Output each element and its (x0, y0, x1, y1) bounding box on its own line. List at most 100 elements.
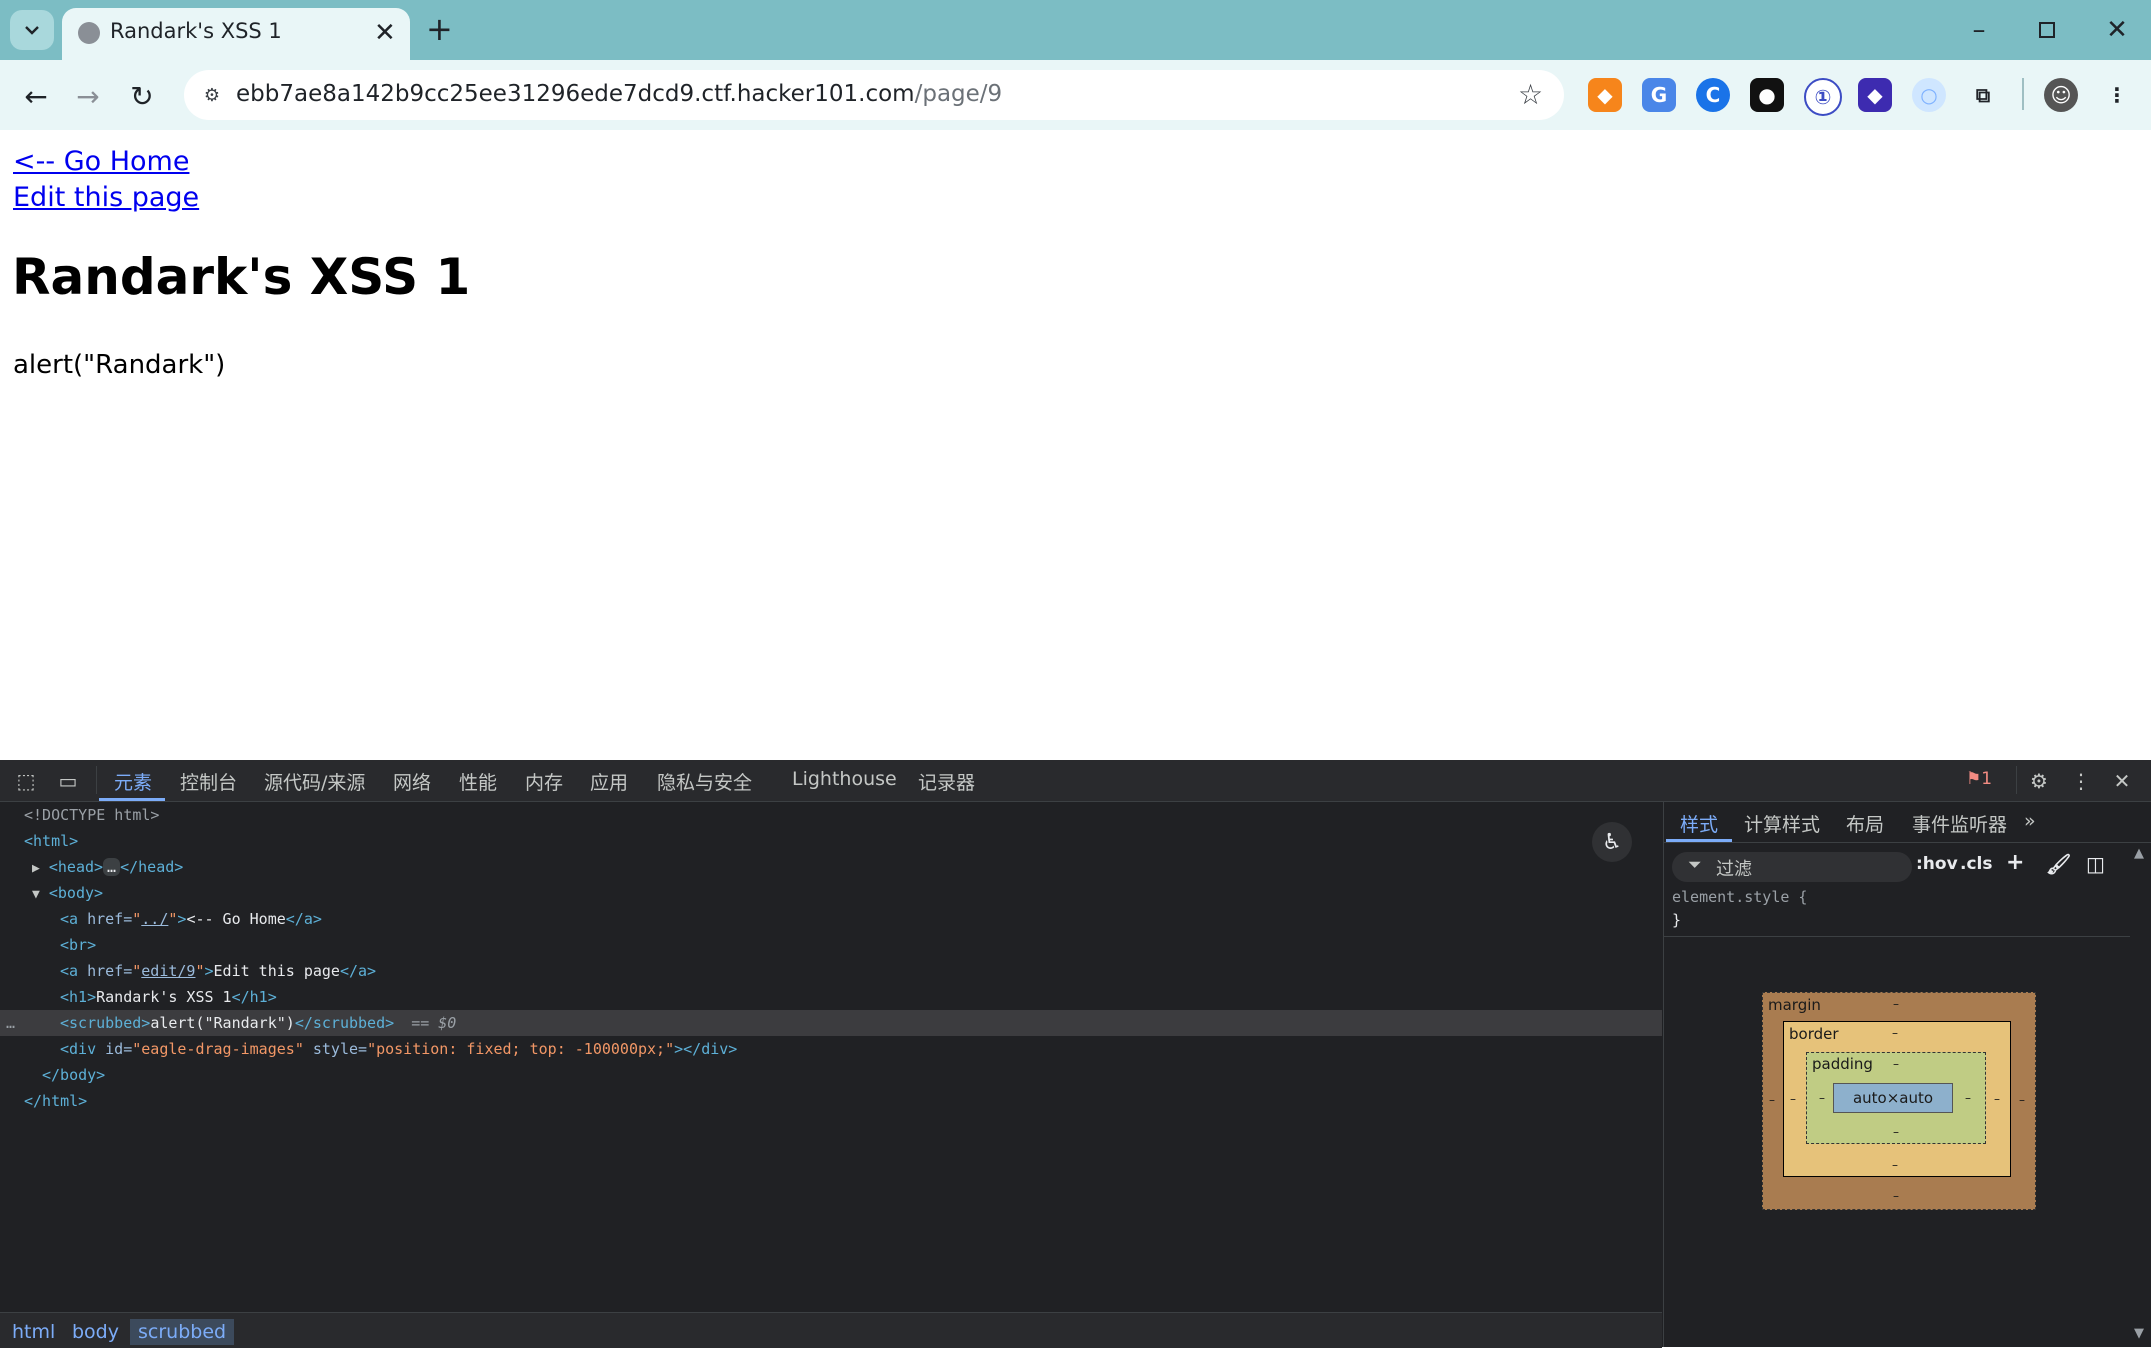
border-right-value: – (1994, 1092, 2000, 1106)
border-label: border (1789, 1025, 1839, 1043)
address-bar[interactable]: ⚙ ebb7ae8a142b9cc25ee31296ede7dcd9.ctf.h… (184, 70, 1564, 120)
styles-filter-input[interactable]: ⏷ 过滤 (1672, 852, 1912, 882)
close-window-button[interactable]: ✕ (2092, 10, 2142, 50)
a-text: Edit this page (213, 962, 340, 980)
dom-node-doctype[interactable]: <!DOCTYPE html> (0, 802, 1662, 828)
dom-node-div[interactable]: <div id="eagle-drag-images" style="posit… (0, 1036, 1662, 1062)
dom-node-a-edit[interactable]: <a href="edit/9">Edit this page</a> (0, 958, 1662, 984)
dom-node-h1[interactable]: <h1>Randark's XSS 1</h1> (0, 984, 1662, 1010)
forward-button[interactable]: → (66, 74, 110, 118)
new-tab-button[interactable]: + (426, 12, 453, 46)
tab-memory[interactable]: 内存 (525, 768, 563, 795)
row-actions-icon[interactable]: … (6, 1010, 15, 1036)
tab-application[interactable]: 应用 (590, 768, 628, 795)
extensions-puzzle-icon[interactable]: ⧉ (1966, 78, 2000, 112)
dom-node-body[interactable]: ▼ <body> (0, 880, 1662, 906)
dom-node-head[interactable]: ▶ <head>… </head> (0, 854, 1662, 880)
border-bottom-value: – (1892, 1158, 1898, 1172)
element-style-close: } (1672, 911, 1682, 929)
back-button[interactable]: ← (14, 74, 58, 118)
page-body-text: alert("Randark") (13, 350, 226, 380)
browser-menu-icon[interactable]: ⋮ (2100, 78, 2134, 112)
dom-node-html-close[interactable]: </html> (0, 1088, 1662, 1114)
html-close-tag: </html> (24, 1092, 88, 1110)
box-model-content[interactable]: auto×auto (1833, 1083, 1953, 1113)
url-text[interactable]: ebb7ae8a142b9cc25ee31296ede7dcd9.ctf.hac… (236, 81, 1002, 107)
tab-lighthouse[interactable]: Lighthouse (792, 768, 897, 790)
head-close-tag: </head> (120, 858, 184, 876)
tab-styles[interactable]: 样式 (1680, 810, 1718, 837)
breadcrumb-body[interactable]: body (64, 1319, 127, 1345)
href-value-link[interactable]: ../ (141, 910, 168, 928)
box-model-margin[interactable]: margin – – – – border – – – – padding – … (1762, 992, 2036, 1210)
dom-node-br[interactable]: <br> (0, 932, 1662, 958)
a-open-tag: <a (60, 962, 79, 980)
tab-sources[interactable]: 源代码/来源 (264, 768, 365, 795)
tab-recorder[interactable]: 记录器 (918, 768, 975, 795)
bookmark-star-icon[interactable]: ☆ (1518, 78, 1543, 111)
scrubbed-close-tag: </scrubbed> (294, 1014, 395, 1032)
edit-page-link[interactable]: Edit this page (13, 182, 199, 213)
collapse-triangle-icon[interactable]: ▼ (0, 887, 40, 902)
margin-right-value: – (2019, 1093, 2025, 1107)
class-toggle-button[interactable]: .cls (1960, 854, 1992, 874)
new-style-rule-icon[interactable]: + (2006, 850, 2024, 875)
breadcrumb-html[interactable]: html (4, 1319, 63, 1345)
profile-avatar[interactable]: ☺ (2044, 78, 2078, 112)
filter-placeholder: 过滤 (1716, 859, 1752, 880)
maximize-button[interactable] (2022, 10, 2072, 50)
go-home-link[interactable]: <-- Go Home (13, 146, 189, 177)
blue-extension-icon[interactable]: C (1696, 78, 1730, 112)
tab-privacy-security[interactable]: 隐私与安全 (657, 768, 752, 795)
breadcrumb-scrubbed[interactable]: scrubbed (130, 1319, 235, 1345)
dom-node-scrubbed-selected[interactable]: … <scrubbed>alert("Randark")</scrubbed> … (0, 1010, 1662, 1036)
tab-event-listeners[interactable]: 事件监听器 (1912, 810, 2007, 837)
box-model-border[interactable]: border – – – – padding – – – – auto×auto (1783, 1021, 2011, 1177)
issues-counter[interactable]: ⚑1 (1966, 769, 1992, 789)
sidebar-toggle-icon[interactable]: ◫ (2086, 852, 2105, 876)
minimize-button[interactable]: – (1954, 10, 2004, 50)
device-toolbar-icon[interactable]: ▭ (54, 768, 82, 794)
styles-scrollbar[interactable]: ▲ ▼ (2130, 846, 2151, 1346)
paint-brush-icon[interactable]: 🖌 (2046, 852, 2071, 876)
inspect-element-icon[interactable]: ⬚ (12, 768, 40, 794)
html-open-tag: <html> (24, 832, 79, 850)
expand-triangle-icon[interactable]: ▶ (0, 861, 40, 876)
password-extension-icon[interactable]: ① (1804, 78, 1842, 116)
div-open-tag: <div (60, 1040, 97, 1058)
box-model-padding[interactable]: padding – – – – auto×auto (1806, 1052, 1986, 1144)
href-value-link[interactable]: edit/9 (141, 962, 195, 980)
tab-elements[interactable]: 元素 (114, 768, 152, 795)
globe-icon (78, 22, 100, 44)
tab-network[interactable]: 网络 (393, 768, 431, 795)
more-tabs-icon[interactable]: » (2024, 810, 2036, 832)
element-style-rule[interactable]: element.style { } (1672, 886, 1807, 932)
close-devtools-icon[interactable]: ✕ (2108, 768, 2136, 794)
site-info-icon[interactable]: ⚙ (196, 79, 228, 111)
dom-node-html[interactable]: <html> (0, 828, 1662, 854)
purple-extension-icon[interactable]: ◆ (1858, 78, 1892, 112)
scroll-down-icon[interactable]: ▼ (2134, 1326, 2144, 1341)
head-open-tag: <head> (48, 858, 104, 876)
tab-console[interactable]: 控制台 (180, 768, 237, 795)
settings-gear-icon[interactable]: ⚙ (2025, 768, 2053, 794)
reload-button[interactable]: ↻ (120, 74, 164, 118)
dom-node-a-home[interactable]: <a href="../"><-- Go Home</a> (0, 906, 1662, 932)
tab-performance[interactable]: 性能 (459, 768, 497, 795)
ring-extension-icon[interactable]: ○ (1912, 78, 1946, 112)
tab-search-button[interactable] (10, 10, 54, 50)
dom-node-body-close[interactable]: </body> (0, 1062, 1662, 1088)
more-options-icon[interactable]: ⋮ (2067, 768, 2095, 794)
collapsed-ellipsis[interactable]: … (103, 858, 121, 876)
hover-state-button[interactable]: :hov (1916, 854, 1958, 874)
accessibility-tree-icon[interactable]: ♿ (1592, 822, 1632, 862)
tab-layout[interactable]: 布局 (1846, 810, 1884, 837)
browser-toolbar: ← → ↻ ⚙ ebb7ae8a142b9cc25ee31296ede7dcd9… (0, 60, 2151, 172)
translate-extension-icon[interactable]: G (1642, 78, 1676, 112)
scroll-up-icon[interactable]: ▲ (2134, 846, 2144, 861)
metamask-extension-icon[interactable]: ◆ (1588, 78, 1622, 112)
close-tab-icon[interactable]: ✕ (374, 18, 396, 48)
tab-computed[interactable]: 计算样式 (1744, 810, 1820, 837)
dark-extension-icon[interactable]: ● (1750, 78, 1784, 112)
browser-tab[interactable]: Randark's XSS 1 ✕ (62, 8, 410, 60)
